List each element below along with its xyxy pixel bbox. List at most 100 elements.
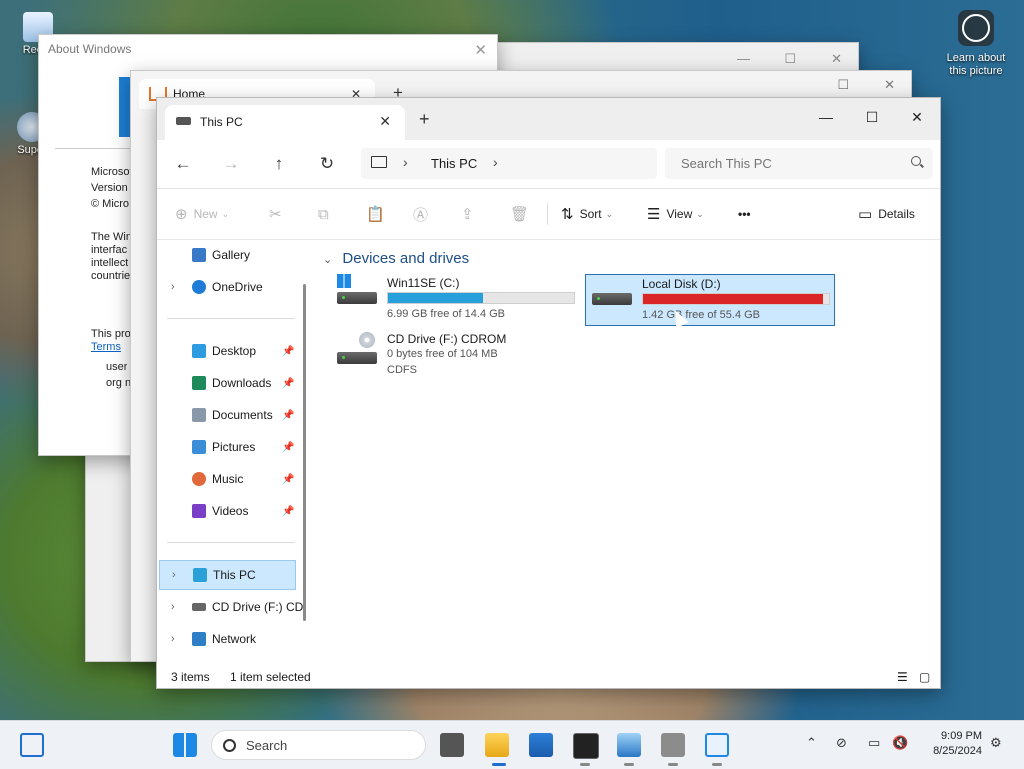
cut-button[interactable]: ✂ bbox=[269, 203, 288, 225]
chevron-right-icon[interactable]: › bbox=[172, 569, 176, 581]
more-options-button[interactable]: ••• bbox=[738, 203, 751, 225]
chevron-right-icon[interactable]: › bbox=[171, 601, 175, 613]
computer-icon bbox=[371, 156, 387, 168]
trash-icon: 🗑 bbox=[510, 206, 530, 223]
back-button[interactable]: ← bbox=[171, 152, 195, 176]
task-view-icon[interactable] bbox=[440, 733, 464, 757]
view-button[interactable]: ☰ View ⌄ bbox=[647, 203, 704, 225]
clock[interactable]: 9:09 PM 8/25/2024 bbox=[918, 729, 982, 759]
address-box[interactable]: › This PC › bbox=[361, 148, 657, 179]
sidebar-item-this-pc[interactable]: › This PC bbox=[159, 560, 296, 590]
close-tab-icon[interactable]: ✕ bbox=[379, 113, 391, 130]
app-window-icon[interactable] bbox=[705, 733, 729, 757]
forward-button[interactable]: → bbox=[219, 152, 243, 176]
sidebar-item-network[interactable]: › Network bbox=[159, 624, 296, 654]
chevron-right-icon[interactable]: › bbox=[171, 633, 175, 645]
drive-f-cdrom[interactable]: CD Drive (F:) CDROM 0 bytes free of 104 … bbox=[335, 330, 585, 398]
capacity-bar bbox=[642, 293, 830, 305]
pin-icon[interactable]: 📌 bbox=[282, 346, 294, 357]
command-bar: ⊕ New ⌄ ✂ ⧉ 📋 Ⓐ ⇪ 🗑 ⇅ Sort ⌄ ☰ View ⌄ ••… bbox=[157, 189, 940, 240]
new-tab-icon[interactable]: + bbox=[419, 109, 430, 130]
sort-button[interactable]: ⇅ Sort ⌄ bbox=[561, 203, 613, 225]
start-icon[interactable] bbox=[173, 733, 197, 757]
display-icon[interactable]: ▭ bbox=[868, 735, 880, 751]
about-text: © Micro bbox=[91, 198, 130, 210]
store-icon[interactable] bbox=[529, 733, 553, 757]
taskbar: Search ⌃ ⊘ ▭ 🔇 9:09 PM 8/25/2024 ⚙ bbox=[0, 720, 1024, 769]
sidebar-item-downloads[interactable]: Downloads 📌 bbox=[159, 368, 296, 398]
pin-icon[interactable]: 📌 bbox=[282, 506, 294, 517]
sidebar-item-label: Music bbox=[212, 472, 244, 486]
drive-name: CD Drive (F:) CDROM bbox=[387, 332, 507, 346]
volume-muted-icon[interactable]: 🔇 bbox=[892, 735, 908, 751]
details-view-icon[interactable]: ☰ bbox=[897, 670, 908, 684]
rename-button[interactable]: Ⓐ bbox=[413, 203, 434, 225]
paste-button[interactable]: 📋 bbox=[366, 203, 391, 225]
new-button[interactable]: ⊕ New ⌄ bbox=[175, 203, 229, 225]
close-icon[interactable]: ✕ bbox=[474, 41, 487, 59]
terms-link[interactable]: Terms bbox=[91, 341, 121, 354]
details-pane-icon: ▭ bbox=[858, 206, 873, 223]
search-input[interactable] bbox=[679, 155, 893, 172]
drive-c[interactable]: Win11SE (C:) 6.99 GB free of 14.4 GB bbox=[335, 274, 585, 326]
pin-icon[interactable]: 📌 bbox=[282, 474, 294, 485]
tab-this-pc[interactable]: This PC ✕ bbox=[165, 105, 405, 140]
maximize-button[interactable]: ☐ bbox=[849, 103, 895, 131]
refresh-button[interactable]: ↻ bbox=[315, 152, 339, 176]
section-header[interactable]: ⌄ Devices and drives bbox=[323, 250, 469, 267]
plus-circle-icon: ⊕ bbox=[175, 206, 188, 223]
up-button[interactable]: ↑ bbox=[267, 152, 291, 176]
taskbar-search[interactable]: Search bbox=[211, 730, 426, 760]
copy-button[interactable]: ⧉ bbox=[318, 203, 335, 225]
sidebar-item-desktop[interactable]: Desktop 📌 bbox=[159, 336, 296, 366]
capacity-fill bbox=[643, 294, 824, 304]
sidebar-item-gallery[interactable]: Gallery bbox=[159, 240, 296, 270]
drive-name: Win11SE (C:) bbox=[387, 276, 460, 290]
share-button[interactable]: ⇪ bbox=[461, 203, 480, 225]
sidebar-item-onedrive[interactable]: › OneDrive bbox=[159, 272, 296, 302]
network-off-icon[interactable]: ⊘ bbox=[836, 735, 847, 751]
maximize-icon: ☐ bbox=[865, 108, 879, 125]
breadcrumb[interactable]: This PC bbox=[431, 156, 477, 171]
chevron-right-icon[interactable]: › bbox=[403, 154, 408, 170]
chevron-up-icon[interactable]: ⌃ bbox=[806, 735, 817, 751]
minimize-icon[interactable]: — bbox=[737, 51, 750, 66]
maximize-icon[interactable]: ☐ bbox=[784, 51, 796, 67]
drive-d[interactable]: Local Disk (D:) 1.42 GB free of 55.4 GB bbox=[585, 274, 835, 326]
pin-icon[interactable]: 📌 bbox=[282, 442, 294, 453]
details-button[interactable]: ▭ Details bbox=[858, 203, 915, 225]
maximize-icon[interactable]: ☐ bbox=[837, 77, 849, 93]
search-box[interactable] bbox=[665, 148, 933, 179]
close-button[interactable]: ✕ bbox=[894, 103, 940, 131]
cd-drive-icon bbox=[192, 603, 206, 611]
notification-icon[interactable]: ⚙ bbox=[990, 735, 1002, 751]
settings-app-icon[interactable] bbox=[661, 733, 685, 757]
terminal-icon[interactable] bbox=[573, 733, 599, 759]
pin-icon[interactable]: 📌 bbox=[282, 378, 294, 389]
sidebar-item-music[interactable]: Music 📌 bbox=[159, 464, 296, 494]
sidebar-item-videos[interactable]: Videos 📌 bbox=[159, 496, 296, 526]
close-icon[interactable]: ✕ bbox=[884, 77, 895, 93]
pin-icon[interactable]: 📌 bbox=[282, 410, 294, 421]
search-label: Search bbox=[246, 738, 288, 753]
sidebar-item-label: Videos bbox=[212, 504, 249, 518]
photos-icon[interactable] bbox=[617, 733, 641, 757]
time: 9:09 PM bbox=[941, 730, 982, 742]
sidebar-item-label: Network bbox=[212, 632, 257, 646]
sidebar-item-documents[interactable]: Documents 📌 bbox=[159, 400, 296, 430]
minimize-button[interactable]: — bbox=[803, 103, 849, 131]
learn-about-picture[interactable]: Learn about this picture bbox=[938, 10, 1014, 78]
chevron-right-icon[interactable]: › bbox=[171, 281, 175, 293]
computer-icon bbox=[193, 568, 207, 582]
tiles-view-icon[interactable]: ▢ bbox=[919, 670, 930, 684]
drive-name: Local Disk (D:) bbox=[642, 277, 721, 291]
sidebar-scrollbar[interactable] bbox=[303, 284, 306, 621]
delete-button[interactable]: 🗑 bbox=[510, 203, 535, 225]
view-label: View bbox=[666, 207, 693, 221]
sidebar-item-cd-drive[interactable]: › CD Drive (F:) CD bbox=[159, 592, 303, 622]
file-explorer-icon[interactable] bbox=[485, 733, 509, 757]
widgets-icon[interactable] bbox=[20, 733, 44, 757]
close-icon[interactable]: ✕ bbox=[831, 51, 842, 67]
chevron-right-icon[interactable]: › bbox=[493, 154, 498, 170]
sidebar-item-pictures[interactable]: Pictures 📌 bbox=[159, 432, 296, 462]
